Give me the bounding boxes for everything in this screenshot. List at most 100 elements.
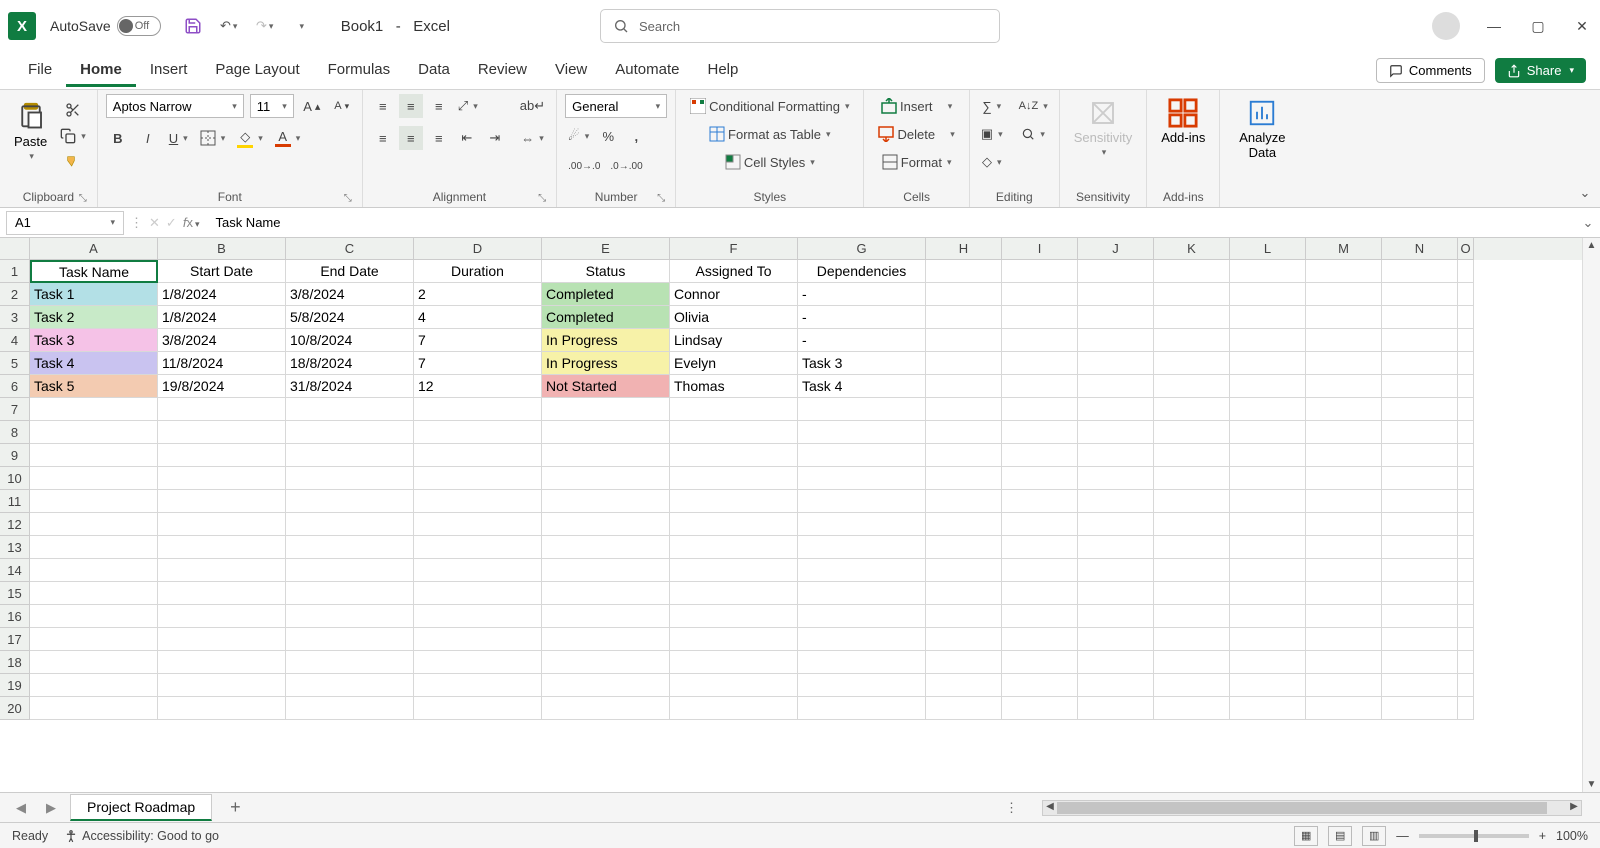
decrease-decimal-button[interactable]: .0→.00: [607, 154, 645, 178]
cell[interactable]: Evelyn: [670, 352, 798, 375]
cell[interactable]: [1230, 467, 1306, 490]
cell[interactable]: [542, 628, 670, 651]
col-header-M[interactable]: M: [1306, 238, 1382, 260]
row-header-18[interactable]: 18: [0, 651, 30, 674]
cell[interactable]: Not Started: [542, 375, 670, 398]
cell[interactable]: [1458, 398, 1474, 421]
cell[interactable]: [30, 674, 158, 697]
cell[interactable]: [158, 651, 286, 674]
cell[interactable]: [1002, 306, 1078, 329]
autosave-control[interactable]: AutoSave Off: [50, 16, 161, 36]
cell[interactable]: 5/8/2024: [286, 306, 414, 329]
cell[interactable]: [1078, 283, 1154, 306]
col-header-L[interactable]: L: [1230, 238, 1306, 260]
cell[interactable]: [414, 582, 542, 605]
cell[interactable]: In Progress: [542, 329, 670, 352]
cell[interactable]: [1230, 651, 1306, 674]
format-painter-button[interactable]: [57, 150, 89, 174]
fx-icon[interactable]: fx▾: [183, 215, 200, 230]
cell[interactable]: [1458, 513, 1474, 536]
cell[interactable]: [30, 582, 158, 605]
cell[interactable]: [542, 467, 670, 490]
close-button[interactable]: ✕: [1572, 18, 1592, 35]
cell[interactable]: Task Name: [30, 260, 158, 283]
cell[interactable]: [670, 674, 798, 697]
cell[interactable]: [1382, 421, 1458, 444]
expand-formula-bar-button[interactable]: ⌄: [1576, 215, 1600, 231]
cell[interactable]: [414, 536, 542, 559]
row-header-15[interactable]: 15: [0, 582, 30, 605]
cell[interactable]: [30, 398, 158, 421]
cell[interactable]: [1382, 674, 1458, 697]
cell[interactable]: [1230, 329, 1306, 352]
cell[interactable]: [926, 559, 1002, 582]
cell[interactable]: [542, 398, 670, 421]
search-input[interactable]: Search: [600, 9, 1000, 43]
cell[interactable]: [158, 398, 286, 421]
cell[interactable]: [1230, 697, 1306, 720]
cell[interactable]: [1230, 490, 1306, 513]
row-header-6[interactable]: 6: [0, 375, 30, 398]
cell[interactable]: [1154, 605, 1230, 628]
cell[interactable]: [1002, 283, 1078, 306]
cell[interactable]: [414, 421, 542, 444]
cell[interactable]: [1078, 582, 1154, 605]
cell[interactable]: 7: [414, 329, 542, 352]
cell[interactable]: [798, 582, 926, 605]
scrollbar-thumb[interactable]: [1057, 802, 1547, 814]
cell[interactable]: [542, 536, 670, 559]
orientation-button[interactable]: ⤢▾: [455, 94, 481, 118]
cell[interactable]: [670, 421, 798, 444]
cell[interactable]: [926, 628, 1002, 651]
cell[interactable]: [1230, 559, 1306, 582]
cell[interactable]: [1078, 559, 1154, 582]
cell[interactable]: [30, 559, 158, 582]
cell[interactable]: [1230, 260, 1306, 283]
cell[interactable]: [926, 329, 1002, 352]
row-header-14[interactable]: 14: [0, 559, 30, 582]
cell[interactable]: [1078, 444, 1154, 467]
col-header-D[interactable]: D: [414, 238, 542, 260]
col-header-A[interactable]: A: [30, 238, 158, 260]
align-middle-button[interactable]: ≡: [399, 94, 423, 118]
cell[interactable]: [414, 398, 542, 421]
cell[interactable]: [1306, 467, 1382, 490]
cell[interactable]: [1002, 513, 1078, 536]
cell[interactable]: [1382, 490, 1458, 513]
cell[interactable]: [158, 628, 286, 651]
cell[interactable]: Task 5: [30, 375, 158, 398]
formula-input[interactable]: Task Name: [205, 211, 1576, 235]
share-button[interactable]: Share▾: [1495, 58, 1586, 83]
cell[interactable]: Assigned To: [670, 260, 798, 283]
sort-filter-button[interactable]: A↓Z▾: [1016, 94, 1051, 118]
cell[interactable]: [286, 559, 414, 582]
cell[interactable]: [1382, 375, 1458, 398]
align-left-button[interactable]: ≡: [371, 126, 395, 150]
cell[interactable]: [1154, 674, 1230, 697]
cell[interactable]: [1230, 628, 1306, 651]
row-header-10[interactable]: 10: [0, 467, 30, 490]
enter-formula-icon[interactable]: ✓: [166, 215, 177, 231]
cell[interactable]: [1306, 283, 1382, 306]
cell[interactable]: [414, 697, 542, 720]
cell[interactable]: [30, 421, 158, 444]
cell[interactable]: Connor: [670, 283, 798, 306]
cell[interactable]: [1078, 375, 1154, 398]
cell[interactable]: [1002, 559, 1078, 582]
cell[interactable]: [286, 582, 414, 605]
comments-button[interactable]: Comments: [1376, 58, 1485, 83]
cell[interactable]: [158, 421, 286, 444]
sensitivity-button[interactable]: Sensitivity▾: [1068, 94, 1139, 162]
cell[interactable]: [1306, 306, 1382, 329]
number-format-combo[interactable]: General▾: [565, 94, 667, 118]
cell[interactable]: [1002, 352, 1078, 375]
tab-formulas[interactable]: Formulas: [314, 55, 405, 87]
cell[interactable]: [798, 513, 926, 536]
analyze-data-button[interactable]: Analyze Data: [1228, 94, 1296, 164]
tab-review[interactable]: Review: [464, 55, 541, 87]
name-box[interactable]: A1▾: [6, 211, 124, 235]
cell[interactable]: Task 1: [30, 283, 158, 306]
row-header-3[interactable]: 3: [0, 306, 30, 329]
row-header-13[interactable]: 13: [0, 536, 30, 559]
insert-cells-button[interactable]: Insert ▾: [872, 94, 960, 118]
